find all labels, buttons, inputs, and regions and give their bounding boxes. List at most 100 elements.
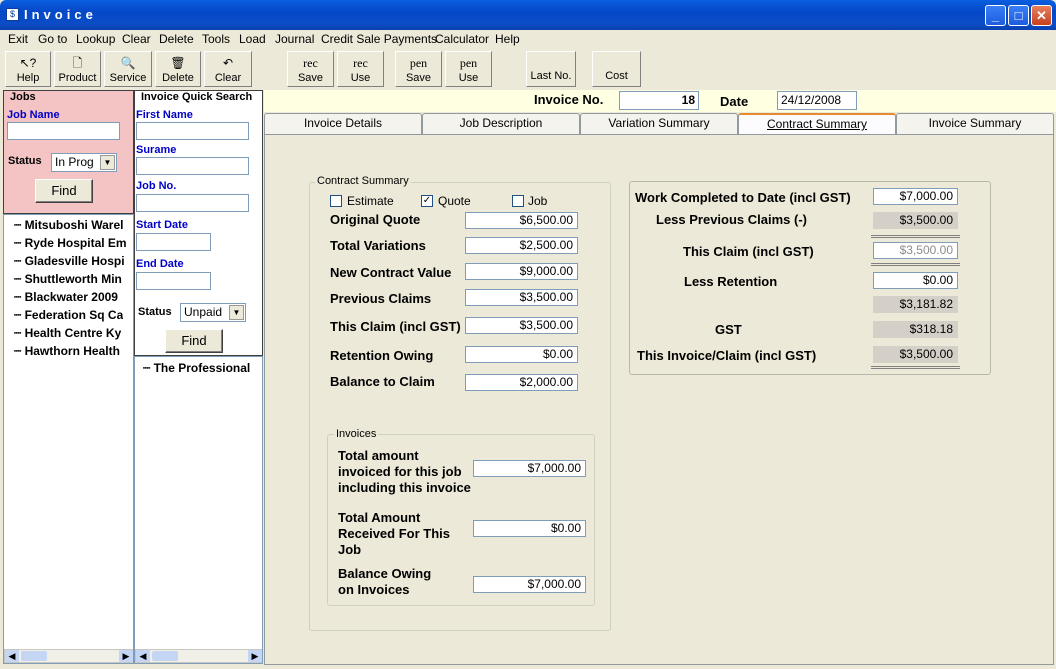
list-item[interactable]: ┈ The Professional bbox=[143, 361, 250, 375]
menu-tools[interactable]: Tools bbox=[202, 32, 230, 46]
end-date-input[interactable] bbox=[136, 272, 211, 290]
previous-claims-field[interactable]: $3,500.00 bbox=[465, 289, 578, 306]
qs-status-select[interactable]: Unpaid ▼ bbox=[180, 303, 246, 322]
invoice-no-input[interactable]: 18 bbox=[619, 91, 699, 110]
menu-goto[interactable]: Go to bbox=[38, 32, 67, 46]
total-received-label: Total Amount Received For This Job bbox=[338, 510, 450, 557]
menu-journal[interactable]: Journal bbox=[275, 32, 314, 46]
qs-find-button[interactable]: Find bbox=[165, 329, 223, 353]
cost-button[interactable]: Cost bbox=[592, 51, 641, 87]
invoices-group-label: Invoices bbox=[334, 428, 379, 440]
jobs-title: Jobs bbox=[10, 91, 36, 103]
scroll-right-icon[interactable]: ▶ bbox=[119, 650, 133, 662]
jobs-find-button[interactable]: Find bbox=[35, 179, 93, 203]
tab-invoice-details[interactable]: Invoice Details bbox=[264, 113, 422, 134]
list-item[interactable]: ┈ Ryde Hospital Em bbox=[14, 236, 127, 250]
tab-job-description[interactable]: Job Description bbox=[422, 113, 580, 134]
menu-delete[interactable]: Delete bbox=[159, 32, 194, 46]
help-button[interactable]: ↖? Help bbox=[5, 51, 51, 87]
retention-owing-field[interactable]: $0.00 bbox=[465, 346, 578, 363]
delete-button[interactable]: 🗑 Delete bbox=[155, 51, 201, 87]
this-invoice-claim-label: This Invoice/Claim (incl GST) bbox=[637, 348, 817, 363]
list-item[interactable]: ┈ Blackwater 2009 bbox=[14, 290, 118, 304]
total-variations-field[interactable]: $2,500.00 bbox=[465, 237, 578, 254]
this-claim-label: This Claim (incl GST) bbox=[330, 319, 461, 334]
horizontal-scrollbar[interactable]: ◀ ▶ bbox=[4, 649, 133, 663]
document-icon: 🗋 bbox=[72, 56, 83, 70]
menu-clear[interactable]: Clear bbox=[122, 32, 151, 46]
menu-load[interactable]: Load bbox=[239, 32, 266, 46]
pen-use-button[interactable]: pen Use bbox=[445, 51, 492, 87]
quote-checkbox[interactable]: ✓ bbox=[421, 195, 433, 207]
close-button[interactable]: ✕ bbox=[1031, 5, 1052, 26]
jobs-status-select[interactable]: In Prog ▼ bbox=[51, 153, 117, 172]
list-item[interactable]: ┈ Hawthorn Health bbox=[14, 344, 120, 358]
scroll-right-icon[interactable]: ▶ bbox=[248, 650, 262, 662]
balance-owing-label: Balance Owing on Invoices bbox=[338, 566, 432, 597]
help-cursor-icon: ↖? bbox=[19, 56, 37, 70]
menu-lookup[interactable]: Lookup bbox=[76, 32, 115, 46]
list-item[interactable]: ┈ Health Centre Ky bbox=[14, 326, 121, 340]
new-contract-value-label: New Contract Value bbox=[330, 265, 452, 280]
scroll-thumb[interactable] bbox=[152, 651, 178, 661]
contract-summary-group-label: Contract Summary bbox=[315, 175, 411, 187]
scroll-left-icon[interactable]: ◀ bbox=[5, 650, 19, 662]
start-date-label: Start Date bbox=[136, 219, 188, 231]
horizontal-scrollbar[interactable]: ◀ ▶ bbox=[135, 649, 262, 663]
scroll-thumb[interactable] bbox=[21, 651, 47, 661]
rec-save-button[interactable]: rec Save bbox=[287, 51, 334, 87]
rec-use-button[interactable]: rec Use bbox=[337, 51, 384, 87]
scroll-left-icon[interactable]: ◀ bbox=[136, 650, 150, 662]
invoice-no-label: Invoice No. bbox=[534, 92, 604, 107]
date-input[interactable]: 24/12/2008 bbox=[777, 91, 857, 110]
subtotal-field: $3,181.82 bbox=[873, 296, 958, 313]
menu-help[interactable]: Help bbox=[495, 32, 520, 46]
gst-label: GST bbox=[715, 322, 742, 337]
menu-bar: Exit Go to Lookup Clear Delete Tools Loa… bbox=[0, 30, 1056, 48]
retention-owing-label: Retention Owing bbox=[330, 348, 434, 363]
tab-variation-summary[interactable]: Variation Summary bbox=[580, 113, 738, 134]
job-no-input[interactable] bbox=[136, 194, 249, 212]
this-claim-field[interactable]: $3,500.00 bbox=[465, 317, 578, 334]
end-date-label: End Date bbox=[136, 258, 184, 270]
last-no-button[interactable]: Last No. bbox=[526, 51, 576, 87]
balance-owing-field[interactable]: $7,000.00 bbox=[473, 576, 586, 593]
total-invoiced-field[interactable]: $7,000.00 bbox=[473, 460, 586, 477]
first-name-label: First Name bbox=[136, 109, 193, 121]
job-label: Job bbox=[528, 194, 548, 208]
balance-to-claim-field[interactable]: $2,000.00 bbox=[465, 374, 578, 391]
chevron-down-icon[interactable]: ▼ bbox=[229, 305, 244, 320]
clear-button[interactable]: ↶ Clear bbox=[204, 51, 252, 87]
tab-contract-summary[interactable]: Contract Summary bbox=[738, 113, 896, 135]
list-item[interactable]: ┈ Gladesville Hospi bbox=[14, 254, 125, 268]
chevron-down-icon[interactable]: ▼ bbox=[100, 155, 115, 170]
first-name-input[interactable] bbox=[136, 122, 249, 140]
list-item[interactable]: ┈ Mitsuboshi Warel bbox=[14, 218, 123, 232]
total-received-field[interactable]: $0.00 bbox=[473, 520, 586, 537]
work-completed-label: Work Completed to Date (incl GST) bbox=[635, 190, 851, 205]
work-completed-field[interactable]: $7,000.00 bbox=[873, 188, 958, 205]
job-checkbox[interactable] bbox=[512, 195, 524, 207]
start-date-input[interactable] bbox=[136, 233, 211, 251]
original-quote-field[interactable]: $6,500.00 bbox=[465, 212, 578, 229]
jobs-tree: ┈ Mitsuboshi Warel ┈ Ryde Hospital Em ┈ … bbox=[3, 214, 134, 664]
new-contract-value-field[interactable]: $9,000.00 bbox=[465, 263, 578, 280]
list-item[interactable]: ┈ Federation Sq Ca bbox=[14, 308, 123, 322]
tab-invoice-summary[interactable]: Invoice Summary bbox=[896, 113, 1054, 134]
surname-input[interactable] bbox=[136, 157, 249, 175]
pen-save-button[interactable]: pen Save bbox=[395, 51, 442, 87]
less-retention-field[interactable]: $0.00 bbox=[873, 272, 958, 289]
menu-credit-sale-payments[interactable]: Credit Sale Payments bbox=[321, 32, 437, 46]
quick-search-tree: ┈ The Professional ◀ ▶ bbox=[134, 356, 263, 664]
menu-exit[interactable]: Exit bbox=[8, 32, 28, 46]
product-button[interactable]: 🗋 Product bbox=[54, 51, 101, 87]
estimate-checkbox[interactable] bbox=[330, 195, 342, 207]
minimize-button[interactable]: _ bbox=[985, 5, 1006, 26]
list-item[interactable]: ┈ Shuttleworth Min bbox=[14, 272, 122, 286]
divider bbox=[871, 263, 960, 266]
trash-icon: 🗑 bbox=[170, 56, 186, 70]
service-button[interactable]: 🔍 Service bbox=[104, 51, 152, 87]
job-name-input[interactable] bbox=[7, 122, 120, 140]
menu-calculator[interactable]: Calculator bbox=[435, 32, 489, 46]
maximize-button[interactable]: □ bbox=[1008, 5, 1029, 26]
